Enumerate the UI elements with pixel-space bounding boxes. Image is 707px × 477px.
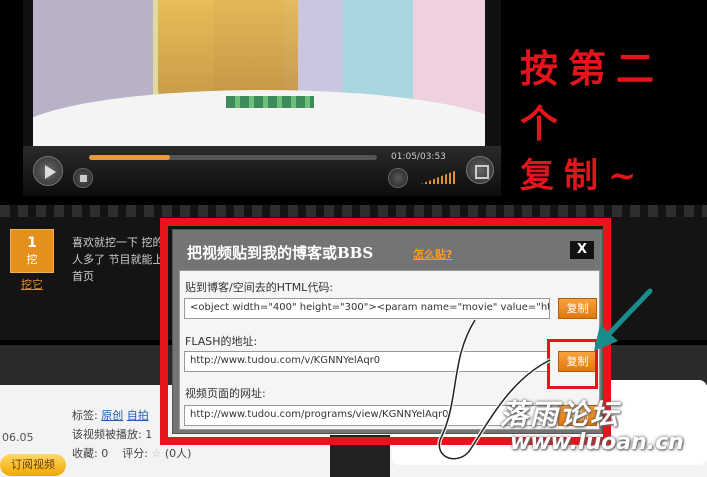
dig-tip: 喜欢就挖一下 挖的人多了 节目就能上首页 [72, 236, 164, 283]
screenshot: 01:05/03:53 按第二个 复制~ 1 挖 挖它 喜欢就挖一下 挖的人多了… [0, 0, 707, 477]
time-readout: 01:05/03:53 [391, 152, 446, 162]
upload-date: 06.05 [2, 431, 34, 444]
watermark-url: www.luoan.cn [510, 430, 684, 455]
progress-bar[interactable] [89, 155, 377, 160]
close-button[interactable]: X [570, 241, 594, 259]
subscribe-button[interactable]: 订阅视频 [0, 454, 66, 476]
rating-label: 评分: [122, 447, 148, 460]
stop-button[interactable] [73, 168, 93, 188]
video-subtitle [226, 96, 314, 108]
watermark-title: 落雨论坛 [500, 398, 621, 431]
star-icon: ☆ [151, 447, 162, 460]
play-button[interactable] [33, 156, 63, 186]
fullscreen-button[interactable] [466, 156, 494, 184]
fav-label: 收藏: [72, 447, 98, 460]
dig-box[interactable]: 1 挖 [10, 229, 54, 273]
annotation-line2: 复制~ [520, 156, 647, 196]
tag-link-2[interactable]: 自拍 [127, 409, 149, 422]
annotation-line1: 按第二个 [520, 46, 665, 146]
fav-value: 0 [101, 447, 109, 460]
how-to-paste-link[interactable]: 怎么贴? [413, 246, 452, 262]
video-screen[interactable] [33, 0, 485, 146]
film-border [0, 205, 707, 217]
rating-value: (0人) [164, 447, 192, 460]
plays-label: 该视频被播放: [72, 428, 142, 441]
progress-fill [89, 155, 170, 160]
dig-count: 1 [27, 235, 37, 251]
html-code-label: 贴到博客/空间去的HTML代码: [185, 281, 334, 294]
dig-link[interactable]: 挖它 [21, 276, 43, 292]
video-player: 01:05/03:53 [23, 0, 501, 196]
plays-value: 1 [145, 428, 153, 441]
page-url-label: 视频页面的网址: [185, 387, 266, 400]
dialog-title: 把视频贴到我的博客或BBS [187, 244, 374, 262]
tag-link-1[interactable]: 原创 [101, 409, 123, 422]
volume-button[interactable] [388, 168, 408, 188]
flash-url-label: FLASH的地址: [185, 335, 258, 348]
player-controls: 01:05/03:53 [23, 146, 501, 196]
volume-level[interactable] [421, 170, 457, 184]
pointer-arrow-icon [594, 288, 653, 351]
dig-label: 挖 [26, 253, 38, 266]
tags-label: 标签: [72, 409, 98, 422]
